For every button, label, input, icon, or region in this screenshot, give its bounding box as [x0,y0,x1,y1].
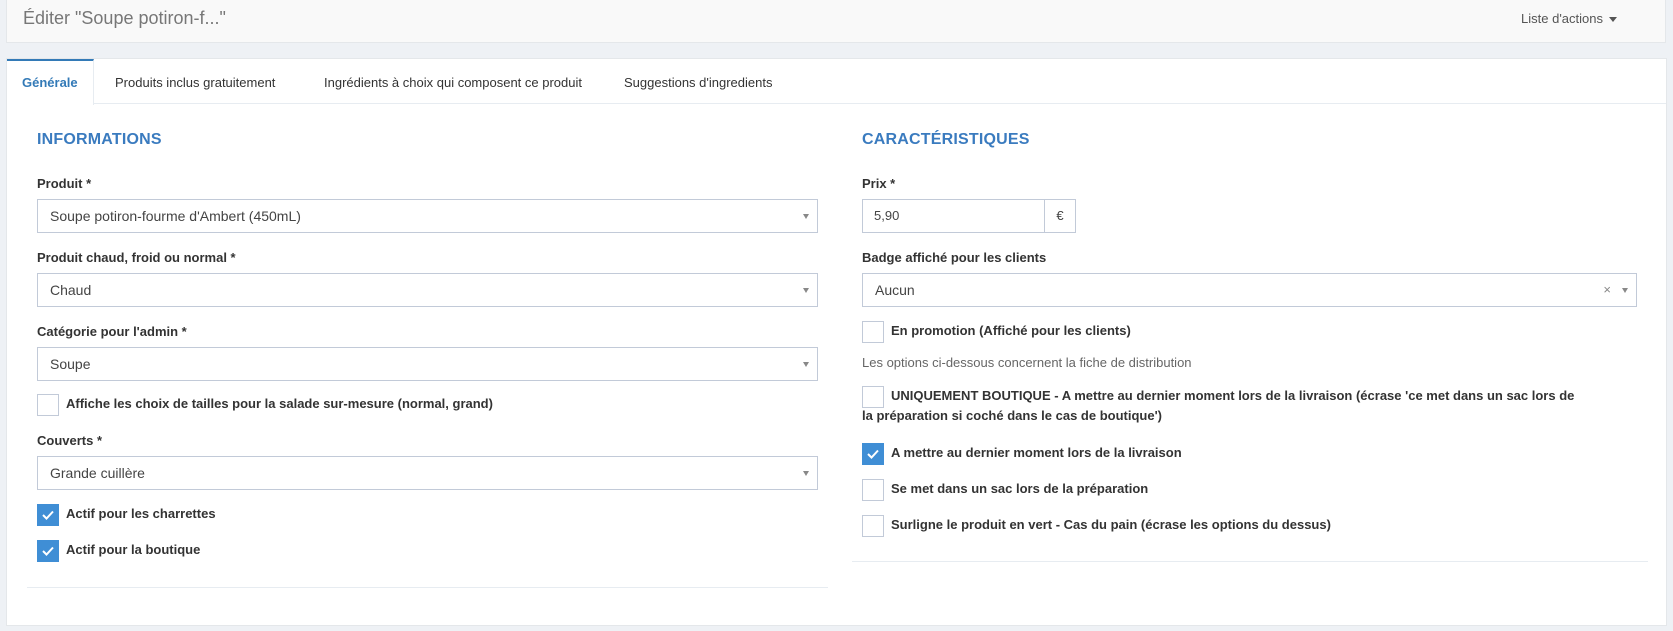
left-divider [27,587,828,588]
actions-label: Liste d'actions [1521,11,1603,26]
check-icon [867,449,879,459]
produit-select[interactable]: Soupe potiron-fourme d'Ambert (450mL) [37,199,818,233]
boutique-label: Actif pour la boutique [66,542,201,557]
surligne-checkbox[interactable] [862,515,884,537]
chevron-down-icon [803,471,809,476]
dernier-checkbox[interactable] [862,443,884,465]
surligne-checkbox-row[interactable]: Surligne le produit en vert - Cas du pai… [862,515,1562,537]
boutique-checkbox[interactable] [37,540,59,562]
uniquement-checkbox-row[interactable]: UNIQUEMENT BOUTIQUE - A mettre au dernie… [862,386,1582,430]
chevron-down-icon [803,362,809,367]
section-title-informations: INFORMATIONS [37,131,162,148]
tailles-checkbox[interactable] [37,394,59,416]
edit-card: Générale Produits inclus gratuitement In… [6,58,1667,626]
charrettes-label: Actif pour les charrettes [66,506,216,521]
surligne-label: Surligne le produit en vert - Cas du pai… [891,517,1331,532]
categorie-select[interactable]: Soupe [37,347,818,381]
temperature-label: Produit chaud, froid ou normal * [37,250,236,265]
currency-addon: € [1044,200,1075,232]
couverts-label: Couverts * [37,433,103,448]
dernier-checkbox-row[interactable]: A mettre au dernier moment lors de la li… [862,443,1362,465]
categorie-label: Catégorie pour l'admin * [37,324,187,339]
produit-label: Produit * [37,176,92,191]
actions-dropdown[interactable]: Liste d'actions [1521,11,1617,26]
boutique-checkbox-row[interactable]: Actif pour la boutique [37,540,337,562]
tab-bar: Générale Produits inclus gratuitement In… [7,59,1666,105]
section-title-caracteristiques: CARACTÉRISTIQUES [862,131,1030,148]
prix-input-group[interactable]: 5,90 € [862,199,1076,233]
produit-value: Soupe potiron-fourme d'Ambert (450mL) [50,208,301,224]
promotion-checkbox-row[interactable]: En promotion (Affiché pour les clients) [862,321,1462,343]
dernier-label: A mettre au dernier moment lors de la li… [891,445,1182,460]
badge-value: Aucun [875,282,915,298]
tailles-checkbox-row[interactable]: Affiche les choix de tailles pour la sal… [37,394,737,416]
tab-produits-inclus[interactable]: Produits inclus gratuitement [115,59,275,104]
prix-label: Prix * [862,176,896,191]
right-divider [852,561,1648,562]
prix-input[interactable]: 5,90 [874,200,899,232]
charrettes-checkbox[interactable] [37,504,59,526]
sac-checkbox-row[interactable]: Se met dans un sac lors de la préparatio… [862,479,1362,501]
uniquement-label: UNIQUEMENT BOUTIQUE - A mettre au dernie… [862,386,1582,426]
badge-label: Badge affiché pour les clients [862,250,1047,265]
chevron-down-icon [1622,288,1628,293]
temperature-select[interactable]: Chaud [37,273,818,307]
couverts-select[interactable]: Grande cuillère [37,456,818,490]
caret-down-icon [1609,17,1617,23]
couverts-value: Grande cuillère [50,465,145,481]
clear-icon[interactable]: × [1603,274,1611,306]
chevron-down-icon [803,288,809,293]
badge-select[interactable]: Aucun × [862,273,1637,307]
promotion-checkbox[interactable] [862,321,884,343]
sac-checkbox[interactable] [862,479,884,501]
distribution-note: Les options ci-dessous concernent la fic… [862,355,1192,370]
temperature-value: Chaud [50,282,92,298]
tab-generale[interactable]: Générale [7,59,94,105]
categorie-value: Soupe [50,356,91,372]
sac-label: Se met dans un sac lors de la préparatio… [891,481,1149,496]
chevron-down-icon [803,214,809,219]
check-icon [42,546,54,556]
promotion-label: En promotion (Affiché pour les clients) [891,323,1131,338]
charrettes-checkbox-row[interactable]: Actif pour les charrettes [37,504,337,526]
page-title: Éditer "Soupe potiron-f..." [23,8,226,28]
page-header: Éditer "Soupe potiron-f..." Liste d'acti… [6,0,1666,43]
tab-ingredients-choix[interactable]: Ingrédients à choix qui composent ce pro… [324,59,582,104]
tailles-label: Affiche les choix de tailles pour la sal… [66,396,493,411]
uniquement-strong: UNIQUEMENT BOUTIQUE [891,388,1051,403]
check-icon [42,510,54,520]
tab-suggestions[interactable]: Suggestions d'ingredients [624,59,772,104]
